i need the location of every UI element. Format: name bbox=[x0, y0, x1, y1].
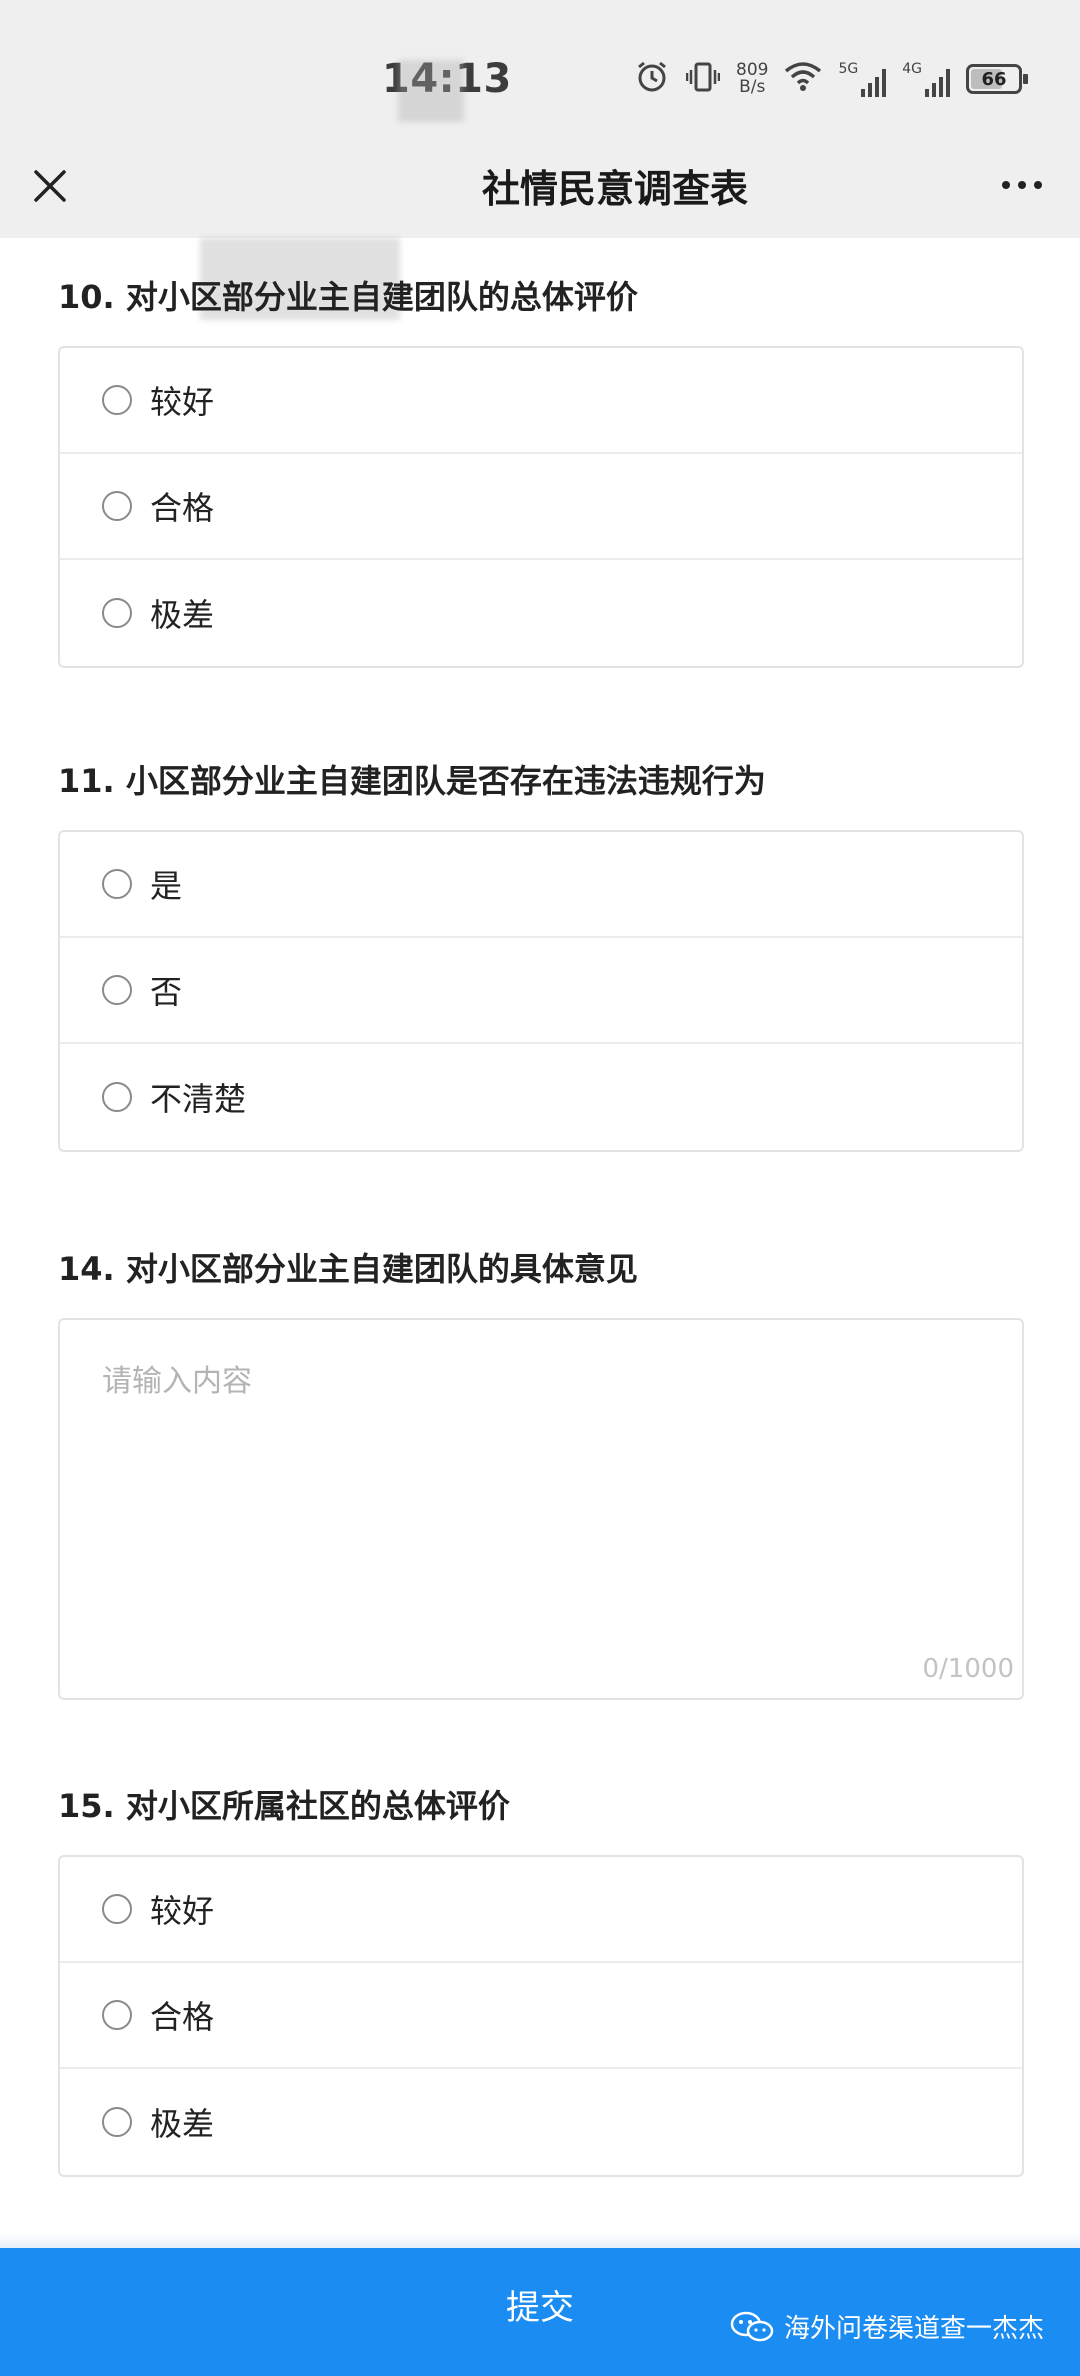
radio-icon bbox=[102, 598, 132, 628]
signal-bars-icon bbox=[925, 67, 950, 97]
signal-4g-label: 4G bbox=[902, 61, 922, 77]
net-speed-unit: B/s bbox=[739, 77, 766, 97]
char-counter: 0/1000 bbox=[922, 1654, 1014, 1684]
radio-icon bbox=[102, 1082, 132, 1112]
question-title: 10. 对小区部分业主自建团队的总体评价 bbox=[58, 278, 638, 316]
more-dot-icon bbox=[1018, 181, 1026, 189]
option-item[interactable]: 合格 bbox=[60, 1963, 1022, 2069]
radio-icon bbox=[102, 2107, 132, 2137]
radio-icon bbox=[102, 975, 132, 1005]
wechat-icon bbox=[730, 2311, 774, 2341]
signal-5g-label: 5G bbox=[838, 61, 859, 77]
radio-icon bbox=[102, 1894, 132, 1924]
option-label: 极差 bbox=[150, 2105, 215, 2143]
question-title: 14. 对小区部分业主自建团队的具体意见 bbox=[58, 1250, 638, 1288]
option-item[interactable]: 合格 bbox=[60, 454, 1022, 560]
option-item[interactable]: 否 bbox=[60, 938, 1022, 1044]
option-label: 极差 bbox=[150, 596, 215, 634]
option-item[interactable]: 是 bbox=[60, 832, 1022, 938]
option-item[interactable]: 较好 bbox=[60, 348, 1022, 454]
option-label: 否 bbox=[150, 973, 183, 1011]
watermark: 海外问卷渠道查一杰杰 bbox=[730, 2308, 1044, 2345]
option-group: 是 否 不清楚 bbox=[58, 830, 1024, 1152]
network-speed: 809 B/s bbox=[736, 62, 768, 96]
question-14: 14. 对小区部分业主自建团队的具体意见 0/1000 bbox=[58, 1244, 1024, 1700]
wifi-icon bbox=[784, 61, 822, 97]
question-title: 15. 对小区所属社区的总体评价 bbox=[58, 1787, 510, 1825]
signal-bars-icon bbox=[861, 67, 887, 97]
radio-icon bbox=[102, 385, 132, 415]
option-label: 不清楚 bbox=[150, 1080, 247, 1118]
submit-button[interactable]: 提交 海外问卷渠道查一杰杰 bbox=[0, 2234, 1080, 2376]
option-item[interactable]: 极差 bbox=[60, 2069, 1022, 2175]
vibrate-icon bbox=[685, 60, 721, 98]
option-item[interactable]: 不清楚 bbox=[60, 1044, 1022, 1150]
question-11: 11. 小区部分业主自建团队是否存在违法违规行为 是 否 不清楚 bbox=[58, 756, 1024, 1152]
option-label: 是 bbox=[150, 867, 183, 905]
status-bar: 14:13 809 B/s 5G 4G 66 bbox=[0, 0, 1080, 150]
top-area: 14:13 809 B/s 5G 4G 66 社情民意调查表 bbox=[0, 0, 1080, 238]
more-button[interactable] bbox=[992, 160, 1052, 210]
radio-icon bbox=[102, 2000, 132, 2030]
more-dot-icon bbox=[1034, 181, 1042, 189]
opinion-textarea[interactable] bbox=[60, 1320, 1022, 1698]
option-group: 较好 合格 极差 bbox=[58, 346, 1024, 668]
more-dot-icon bbox=[1002, 181, 1010, 189]
signal-4g: 4G bbox=[902, 61, 950, 97]
privacy-blur bbox=[398, 60, 464, 122]
option-label: 合格 bbox=[150, 1998, 215, 2036]
opinion-textarea-box: 0/1000 bbox=[58, 1318, 1024, 1700]
signal-5g: 5G bbox=[838, 61, 887, 97]
battery-level: 66 bbox=[981, 68, 1007, 90]
watermark-text: 海外问卷渠道查一杰杰 bbox=[783, 2314, 1044, 2344]
page-title: 社情民意调查表 bbox=[481, 167, 748, 211]
alarm-icon bbox=[634, 59, 670, 99]
question-15: 15. 对小区所属社区的总体评价 较好 合格 极差 bbox=[58, 1781, 1024, 2177]
option-item[interactable]: 较好 bbox=[60, 1857, 1022, 1963]
option-item[interactable]: 极差 bbox=[60, 560, 1022, 666]
question-10: 10. 对小区部分业主自建团队的总体评价 较好 合格 极差 bbox=[58, 272, 1024, 668]
option-group: 较好 合格 极差 bbox=[58, 1855, 1024, 2177]
option-label: 较好 bbox=[150, 1892, 215, 1930]
battery-icon: 66 bbox=[966, 64, 1028, 94]
radio-icon bbox=[102, 491, 132, 521]
option-label: 合格 bbox=[150, 489, 215, 527]
radio-icon bbox=[102, 869, 132, 899]
option-label: 较好 bbox=[150, 383, 215, 421]
status-icons: 809 B/s 5G 4G 66 bbox=[634, 58, 1028, 100]
question-title: 11. 小区部分业主自建团队是否存在违法违规行为 bbox=[58, 762, 766, 800]
title-bar: 社情民意调查表 bbox=[0, 150, 1080, 238]
